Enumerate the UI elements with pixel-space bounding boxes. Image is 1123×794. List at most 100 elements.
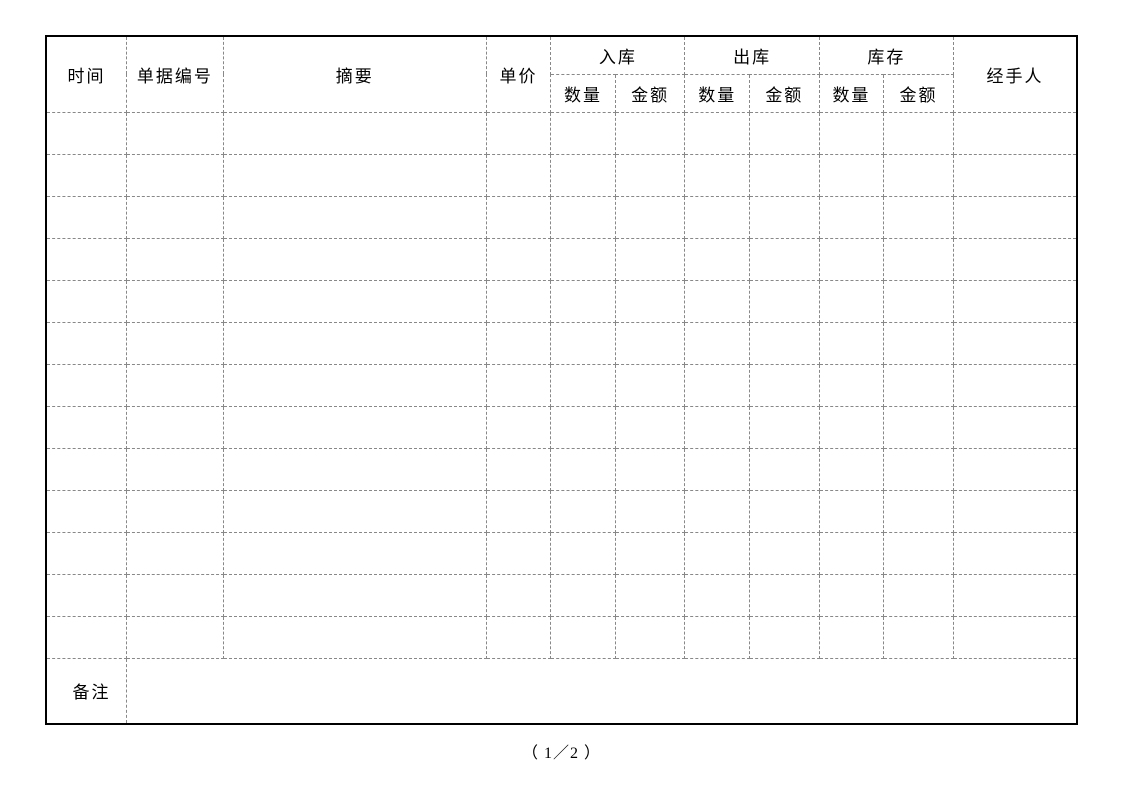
page-container: 时间 单据编号 摘要 单价 入库 出库 库存 经手人 数量 金额 数量 金额 数… <box>0 0 1123 773</box>
table-cell <box>486 112 550 154</box>
table-cell <box>749 280 819 322</box>
table-cell <box>953 322 1077 364</box>
table-cell <box>884 154 954 196</box>
table-cell <box>486 196 550 238</box>
table-cell <box>953 238 1077 280</box>
header-outbound-quantity: 数量 <box>685 74 749 112</box>
table-cell <box>615 154 685 196</box>
table-cell <box>953 532 1077 574</box>
table-row <box>46 364 1077 406</box>
table-cell <box>551 364 615 406</box>
table-cell <box>127 154 224 196</box>
table-cell <box>551 322 615 364</box>
table-cell <box>685 196 749 238</box>
table-cell <box>486 406 550 448</box>
table-row <box>46 406 1077 448</box>
table-cell <box>819 280 883 322</box>
table-row <box>46 112 1077 154</box>
table-cell <box>819 238 883 280</box>
table-cell <box>819 490 883 532</box>
table-cell <box>223 238 486 280</box>
table-cell <box>127 196 224 238</box>
table-cell <box>749 532 819 574</box>
table-cell <box>127 574 224 616</box>
table-cell <box>223 196 486 238</box>
table-cell <box>127 616 224 658</box>
table-cell <box>486 364 550 406</box>
table-row <box>46 448 1077 490</box>
table-cell <box>486 322 550 364</box>
table-cell <box>46 322 127 364</box>
page-number: （ 1／2 ） <box>45 739 1078 763</box>
table-cell <box>819 448 883 490</box>
table-cell <box>953 280 1077 322</box>
table-cell <box>615 406 685 448</box>
header-inbound: 入库 <box>551 36 685 74</box>
table-cell <box>615 196 685 238</box>
remarks-label: 备注 <box>46 658 127 724</box>
table-cell <box>615 364 685 406</box>
table-cell <box>46 406 127 448</box>
table-cell <box>749 448 819 490</box>
table-cell <box>127 280 224 322</box>
table-cell <box>486 280 550 322</box>
table-cell <box>884 448 954 490</box>
table-cell <box>819 406 883 448</box>
table-cell <box>127 364 224 406</box>
table-cell <box>685 322 749 364</box>
header-inbound-amount: 金额 <box>615 74 685 112</box>
table-cell <box>953 154 1077 196</box>
table-cell <box>551 196 615 238</box>
header-time: 时间 <box>46 36 127 112</box>
table-cell <box>819 574 883 616</box>
table-row <box>46 154 1077 196</box>
table-cell <box>884 364 954 406</box>
header-doc-number: 单据编号 <box>127 36 224 112</box>
table-cell <box>685 490 749 532</box>
table-cell <box>46 490 127 532</box>
table-cell <box>685 238 749 280</box>
table-cell <box>127 238 224 280</box>
table-cell <box>615 280 685 322</box>
table-cell <box>749 154 819 196</box>
table-cell <box>953 196 1077 238</box>
table-cell <box>46 238 127 280</box>
table-cell <box>46 448 127 490</box>
table-cell <box>749 196 819 238</box>
table-cell <box>685 406 749 448</box>
table-cell <box>819 532 883 574</box>
table-cell <box>953 574 1077 616</box>
table-cell <box>685 616 749 658</box>
table-cell <box>551 532 615 574</box>
table-cell <box>223 406 486 448</box>
table-cell <box>884 406 954 448</box>
table-cell <box>486 574 550 616</box>
table-cell <box>953 406 1077 448</box>
table-cell <box>551 490 615 532</box>
table-cell <box>223 154 486 196</box>
table-row <box>46 322 1077 364</box>
table-cell <box>685 448 749 490</box>
header-unit-price: 单价 <box>486 36 550 112</box>
table-cell <box>884 490 954 532</box>
table-cell <box>615 238 685 280</box>
table-cell <box>749 406 819 448</box>
table-cell <box>46 196 127 238</box>
table-cell <box>819 322 883 364</box>
table-cell <box>223 364 486 406</box>
header-stock: 库存 <box>819 36 953 74</box>
header-summary: 摘要 <box>223 36 486 112</box>
table-cell <box>884 112 954 154</box>
table-cell <box>46 112 127 154</box>
table-cell <box>615 112 685 154</box>
remarks-content <box>127 658 1077 724</box>
table-cell <box>749 364 819 406</box>
table-cell <box>819 616 883 658</box>
table-cell <box>819 364 883 406</box>
table-cell <box>551 574 615 616</box>
table-cell <box>223 280 486 322</box>
table-cell <box>685 112 749 154</box>
table-cell <box>884 532 954 574</box>
table-cell <box>46 574 127 616</box>
table-cell <box>551 448 615 490</box>
